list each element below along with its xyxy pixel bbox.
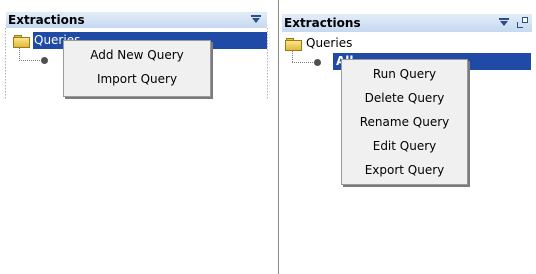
tree-node-dot-icon[interactable] bbox=[41, 57, 48, 64]
extractions-panel-right: Extractions Queries All Run Query Delete… bbox=[279, 0, 536, 274]
menu-item-run-query[interactable]: Run Query bbox=[344, 63, 465, 86]
menu-item-export-query[interactable]: Export Query bbox=[344, 159, 465, 182]
panel-menu-icon[interactable] bbox=[498, 17, 510, 28]
folder-icon bbox=[285, 37, 302, 51]
menu-item-edit-query[interactable]: Edit Query bbox=[344, 135, 465, 158]
panel-border-left bbox=[5, 28, 6, 100]
extractions-panel-left: Extractions Queries Add New Query Import… bbox=[0, 0, 273, 274]
tree-item-queries[interactable]: Queries bbox=[306, 35, 352, 52]
panel-menu-icon[interactable] bbox=[250, 14, 262, 25]
context-menu: Add New Query Import Query bbox=[63, 40, 211, 97]
panel-title: Extractions bbox=[284, 16, 361, 30]
menu-item-rename-query[interactable]: Rename Query bbox=[344, 111, 465, 134]
context-menu: Run Query Delete Query Rename Query Edit… bbox=[341, 59, 468, 185]
folder-icon bbox=[13, 34, 30, 48]
tree-node-dot-icon[interactable] bbox=[314, 59, 321, 66]
tree-connector bbox=[292, 51, 293, 62]
panel-border-right bbox=[267, 28, 268, 100]
popout-icon[interactable] bbox=[517, 17, 528, 28]
tree-connector bbox=[19, 60, 41, 61]
tree-item-label: Queries bbox=[306, 36, 353, 50]
menu-item-import-query[interactable]: Import Query bbox=[66, 68, 208, 91]
menu-item-add-new-query[interactable]: Add New Query bbox=[66, 44, 208, 67]
tree-connector bbox=[19, 48, 20, 60]
panel-titlebar: Extractions bbox=[6, 12, 267, 28]
panel-titlebar: Extractions bbox=[282, 14, 532, 32]
panel-title: Extractions bbox=[8, 13, 85, 27]
tree-connector bbox=[292, 62, 314, 63]
menu-item-delete-query[interactable]: Delete Query bbox=[344, 87, 465, 110]
